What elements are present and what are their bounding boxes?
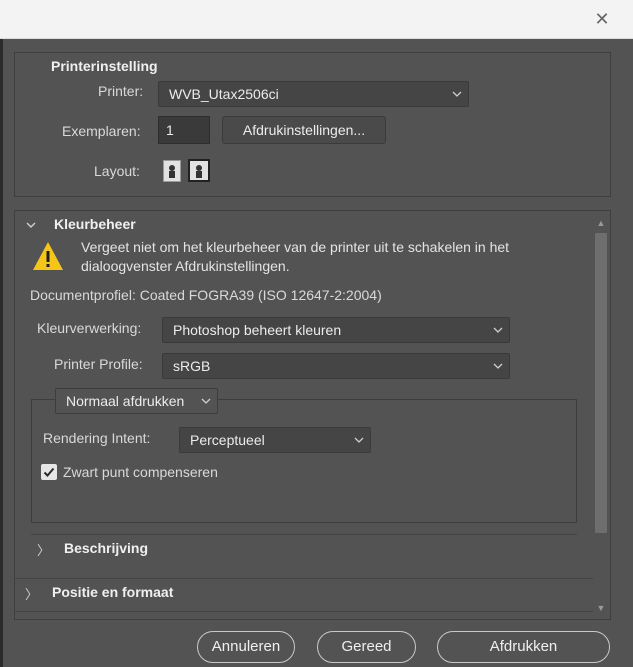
window-edge (0, 39, 3, 667)
printer-select[interactable]: WVB_Utax2506ci (158, 81, 469, 107)
cancel-button[interactable]: Annuleren (197, 631, 295, 663)
scrollbar[interactable]: ▲ ▼ (594, 217, 607, 617)
landscape-icon[interactable] (188, 159, 210, 182)
layout-label: Layout: (94, 163, 140, 179)
printer-label: Printer: (98, 83, 144, 99)
divider (15, 578, 593, 579)
chevron-down-icon[interactable] (25, 220, 37, 230)
print-settings-button[interactable]: Afdrukinstellingen... (222, 116, 386, 144)
warning-text: Vergeet niet om het kleurbeheer van de p… (81, 239, 510, 274)
print-mode-group (31, 399, 577, 523)
print-mode-select[interactable]: Normaal afdrukken (55, 388, 218, 414)
printer-profile-label: Printer Profile: (54, 356, 143, 372)
document-profile-text: Documentprofiel: Coated FOGRA39 (ISO 126… (30, 287, 382, 303)
color-management-panel: Kleurbeheer Vergeet niet om het kleurbeh… (14, 210, 611, 620)
done-button[interactable]: Gereed (317, 631, 416, 663)
rendering-intent-select[interactable]: Perceptueel (179, 427, 371, 453)
printer-profile-select[interactable]: sRGB (162, 353, 510, 379)
print-button[interactable]: Afdrukken (437, 631, 610, 663)
chevron-right-icon[interactable]: 〉 (25, 584, 38, 603)
color-handling-label: Kleurverwerking: (37, 320, 142, 336)
printer-select-value: WVB_Utax2506ci (169, 86, 279, 102)
divider (31, 534, 577, 535)
color-management-title: Kleurbeheer (54, 216, 136, 232)
checkmark-icon (43, 467, 55, 477)
copies-input[interactable]: 1 (158, 116, 210, 144)
chevron-down-icon (354, 437, 364, 443)
warning-icon (33, 242, 63, 270)
copies-label: Exemplaren: (62, 123, 141, 139)
description-section[interactable]: Beschrijving (64, 540, 148, 556)
color-handling-value: Photoshop beheert kleuren (173, 322, 342, 338)
chevron-down-icon (452, 91, 462, 97)
chevron-down-icon (493, 327, 503, 333)
dialog-title-bar: ✕ (0, 0, 633, 39)
chevron-down-icon (201, 398, 211, 404)
scroll-thumb[interactable] (595, 233, 607, 533)
printer-profile-value: sRGB (173, 358, 211, 374)
black-point-checkbox[interactable] (41, 464, 57, 480)
color-handling-select[interactable]: Photoshop beheert kleuren (162, 317, 510, 343)
rendering-intent-value: Perceptueel (190, 432, 265, 448)
chevron-right-icon[interactable]: 〉 (37, 540, 50, 559)
close-icon[interactable]: ✕ (593, 10, 611, 28)
printer-settings-title: Printerinstelling (51, 58, 158, 74)
divider (15, 611, 593, 612)
chevron-down-icon (493, 363, 503, 369)
scroll-up-icon[interactable]: ▲ (595, 217, 607, 229)
portrait-icon[interactable] (163, 160, 181, 182)
position-size-section[interactable]: Positie en formaat (52, 584, 173, 600)
printer-settings-panel: Printerinstelling Printer: WVB_Utax2506c… (14, 52, 611, 197)
black-point-label: Zwart punt compenseren (63, 464, 218, 480)
scroll-down-icon[interactable]: ▼ (595, 602, 607, 614)
print-mode-value: Normaal afdrukken (66, 393, 185, 409)
rendering-intent-label: Rendering Intent: (43, 430, 151, 446)
